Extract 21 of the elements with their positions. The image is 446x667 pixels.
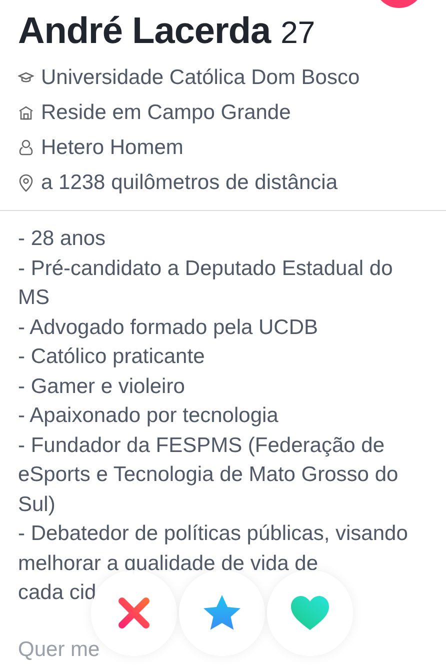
- house-icon: [18, 104, 34, 120]
- detail-text: Reside em Campo Grande: [41, 100, 291, 124]
- bio-line: - Apaixonado por tecnologia: [18, 403, 280, 429]
- star-icon: [202, 594, 242, 632]
- bio-line: - Gamer e violeiro: [18, 374, 186, 400]
- detail-text: a 1238 quilômetros de distância: [41, 170, 338, 194]
- detail-text: Hetero Homem: [41, 136, 184, 160]
- bio-line: - Pré-candidato a Deputado Estadual do MS: [18, 256, 394, 311]
- heart-icon: [290, 595, 330, 631]
- profile-name: André Lacerda: [18, 10, 271, 52]
- bio-line: - Fundador da FESPMS (Federação de eSports e Tecnologia de Mato Grosso do Sul): [18, 432, 400, 518]
- detail-text: Universidade Católica Dom Bosco: [41, 66, 360, 90]
- bio-line: cada cid: [18, 580, 98, 606]
- footer-text: Quer me: [18, 638, 100, 662]
- cross-icon: [116, 595, 152, 631]
- person-icon: [18, 139, 34, 156]
- location-pin-icon: [18, 174, 34, 192]
- bio-line: - 28 anos: [18, 226, 107, 252]
- profile-age: 27: [280, 15, 316, 51]
- bio-line: - Advogado formado pela UCDB: [18, 314, 319, 340]
- bio-line: - Católico praticante: [18, 344, 206, 370]
